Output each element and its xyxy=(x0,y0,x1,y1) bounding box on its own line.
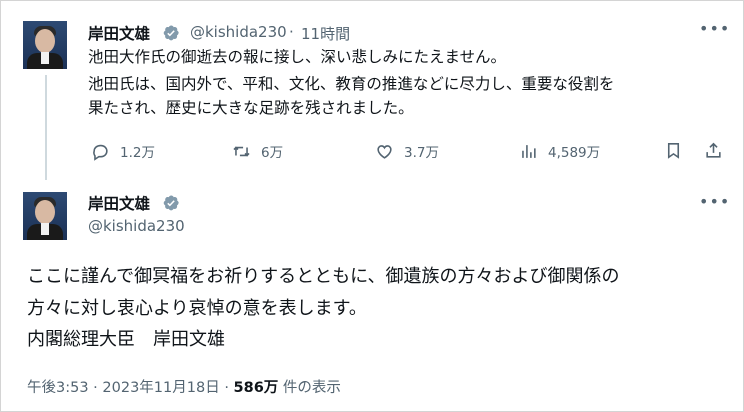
share-button[interactable] xyxy=(704,141,733,160)
view-count: 586万 xyxy=(233,380,279,396)
reply-button[interactable]: 1.2万 xyxy=(91,141,155,161)
retweet-count: 6万 xyxy=(261,145,284,161)
more-icon[interactable]: ••• xyxy=(699,192,730,211)
avatar[interactable] xyxy=(23,192,67,240)
tweet-meta: 午後3:53 · 2023年11月18日 · 586万 件の表示 xyxy=(27,376,341,397)
views-icon xyxy=(522,144,536,158)
more-icon[interactable]: ••• xyxy=(699,19,730,38)
like-count: 3.7万 xyxy=(404,145,439,161)
separator-dot: · xyxy=(224,380,229,396)
tweet-signature: 内閣総理大臣 岸田文雄 xyxy=(27,329,225,350)
author-name[interactable]: 岸田文雄 xyxy=(88,192,150,214)
views-label: 件の表示 xyxy=(282,380,341,396)
views-button[interactable]: 4,589万 xyxy=(519,141,600,161)
tweet-text-line: 池田氏は、国内外で、平和、文化、教育の推進などに尽力し、重要な役割を xyxy=(88,75,615,93)
avatar[interactable] xyxy=(23,21,67,69)
retweet-button[interactable]: 6万 xyxy=(232,141,283,161)
tweet-text-line: 果たされ、歴史に大きな足跡を残されました。 xyxy=(88,99,414,117)
tweet-time[interactable]: 午後3:53 xyxy=(27,380,89,396)
separator-dot: · xyxy=(93,380,98,396)
thread-line xyxy=(45,75,47,180)
tweet-text-line: 池田大作氏の御逝去の報に接し、深い悲しみにたえません。 xyxy=(88,48,507,66)
like-icon xyxy=(377,144,392,159)
verified-icon xyxy=(163,25,179,41)
verified-icon xyxy=(163,195,179,211)
share-icon xyxy=(706,142,721,158)
reply-count: 1.2万 xyxy=(120,145,155,161)
like-button[interactable]: 3.7万 xyxy=(375,141,439,161)
retweet-icon xyxy=(233,145,250,157)
separator-dot: · xyxy=(289,23,294,41)
author-name[interactable]: 岸田文雄 xyxy=(88,22,150,44)
bookmark-button[interactable] xyxy=(664,141,693,160)
tweet-date[interactable]: 2023年11月18日 xyxy=(102,380,219,396)
reply-icon xyxy=(93,144,108,161)
view-count: 4,589万 xyxy=(548,145,601,161)
tweet-text-line: ここに謹んで御冥福をお祈りするとともに、御遺族の方々および御関係の xyxy=(27,266,620,287)
author-handle[interactable]: @kishida230 xyxy=(190,23,287,41)
tweet-timestamp[interactable]: 11時間 xyxy=(301,23,350,44)
tweet-text-line: 方々に対し衷心より哀悼の意を表します。 xyxy=(27,298,367,319)
author-handle[interactable]: @kishida230 xyxy=(88,217,185,235)
bookmark-icon xyxy=(667,142,680,159)
